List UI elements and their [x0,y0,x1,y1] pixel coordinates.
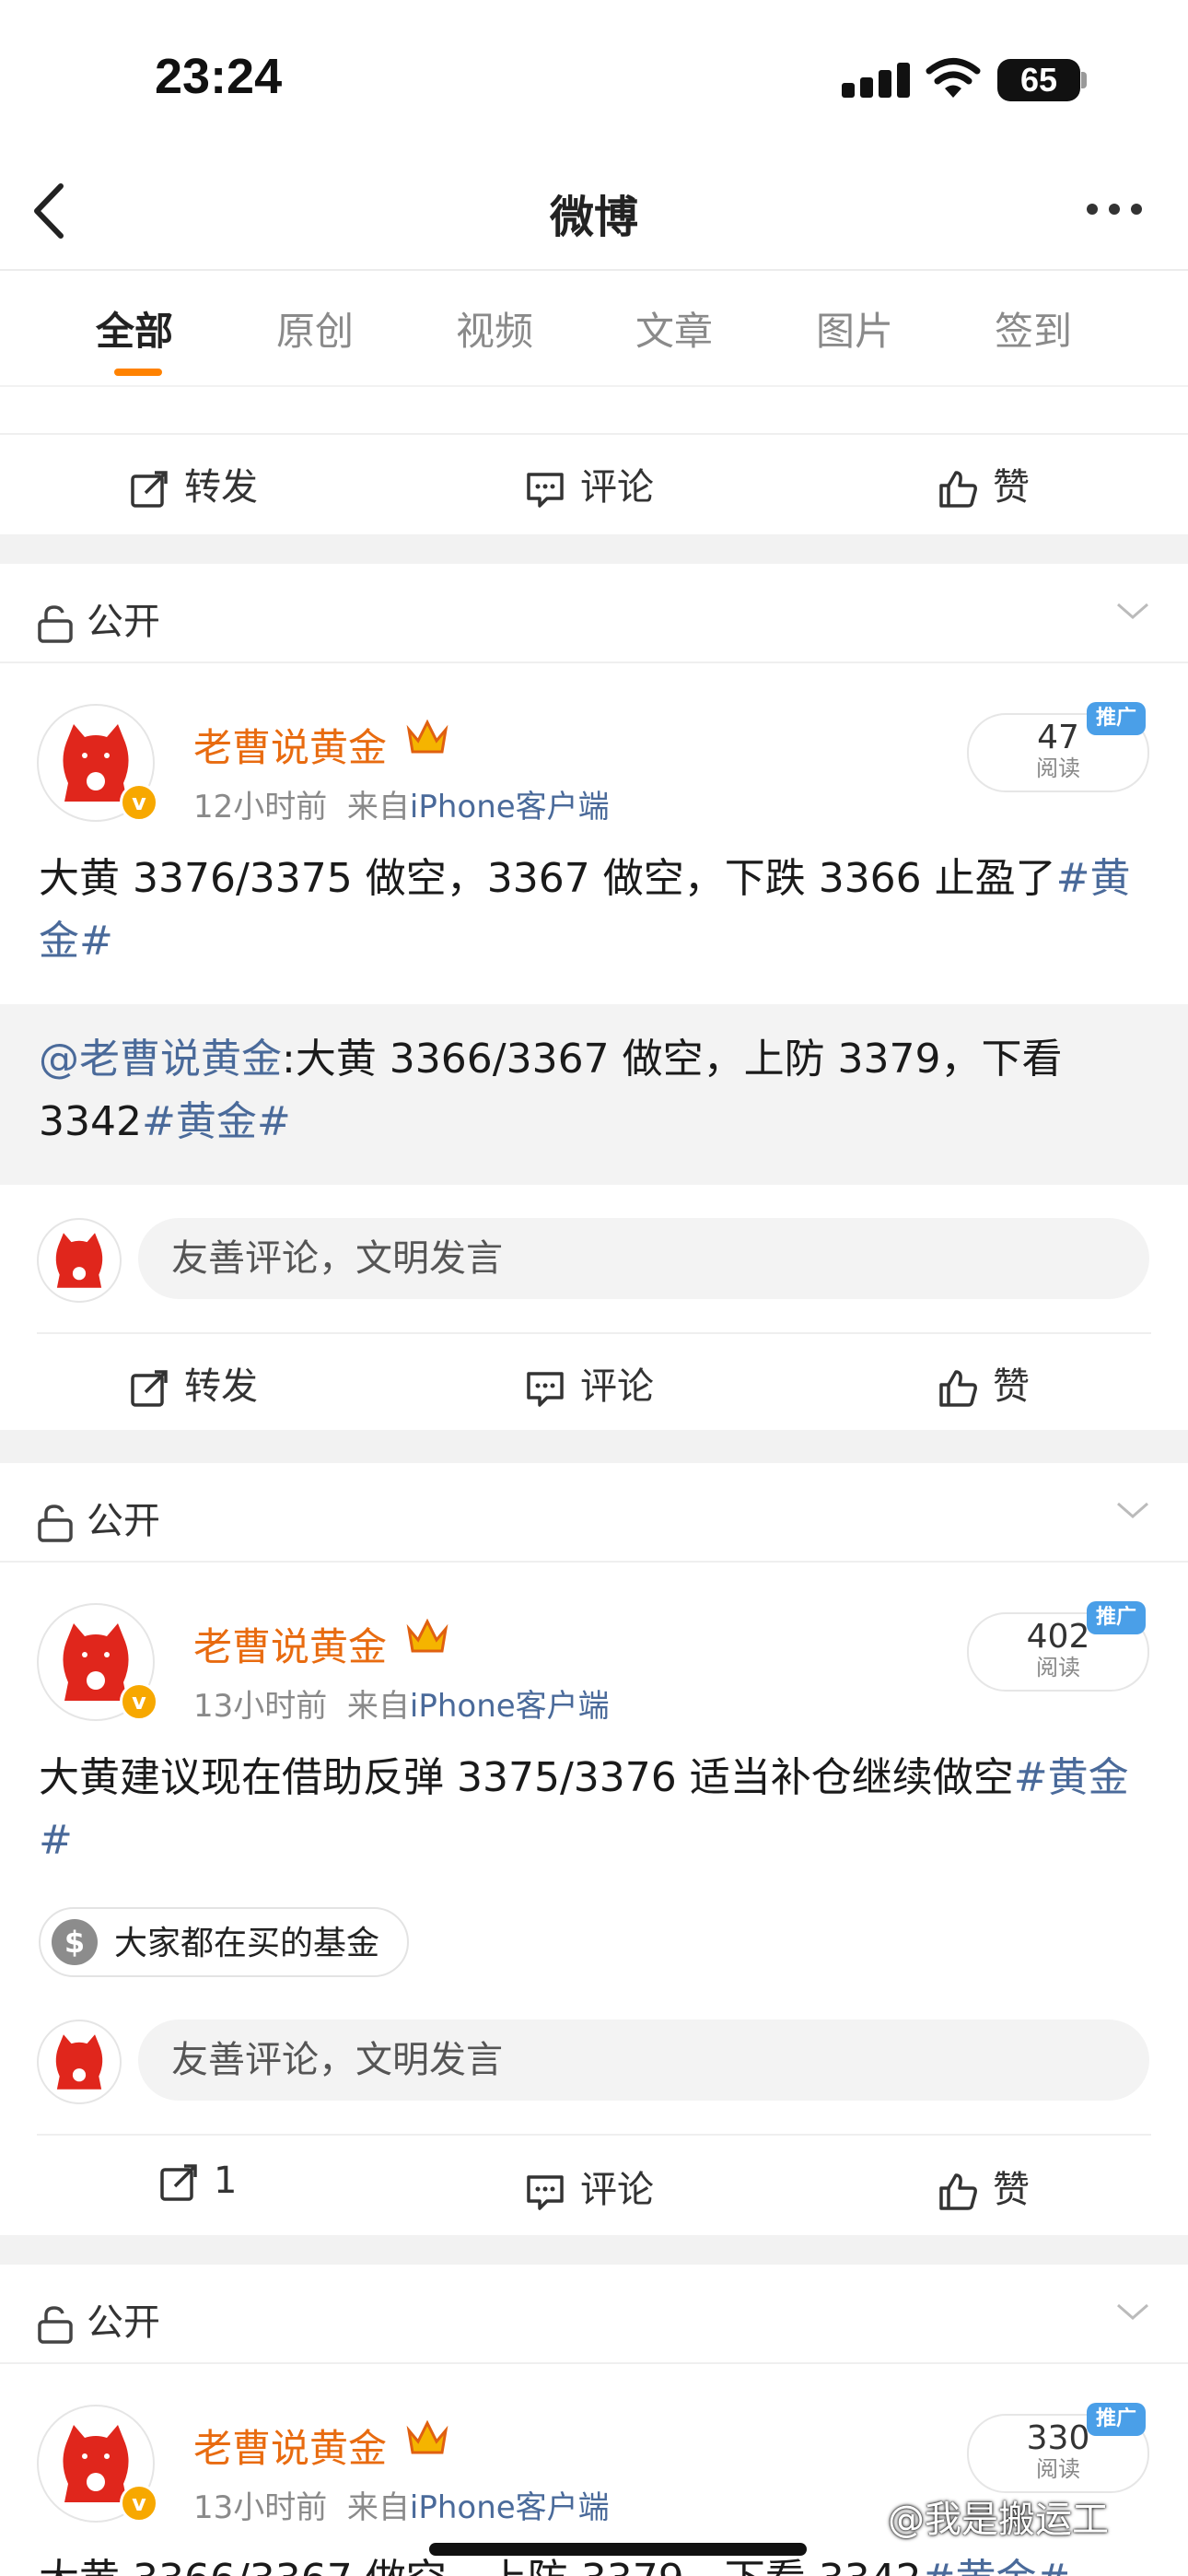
comment-button[interactable]: 评论 [525,1356,654,1410]
verified-badge-icon: v [120,783,158,822]
page-title: 微博 [549,192,638,243]
post-username[interactable]: 老曹说黄金 [193,2418,387,2474]
dollar-icon: $ [52,1919,98,1965]
battery-cap [1081,72,1087,88]
hashtag-link[interactable]: #黄金# [922,2556,1071,2576]
more-options-icon[interactable] [1087,201,1153,218]
chevron-down-icon[interactable] [1114,2301,1151,2327]
repost-icon [131,471,168,508]
like-button[interactable]: 赞 [938,2160,1030,2213]
thumbs-up-icon [939,2173,977,2210]
visibility-row: 公开 [37,2292,160,2346]
watermark: @我是搬运工 [888,2499,1109,2541]
wifi-icon [925,57,982,103]
comment-icon [527,473,564,508]
comment-button[interactable]: 评论 [525,457,654,510]
comment-icon [527,1372,564,1407]
visibility-row: 公开 [37,1491,160,1544]
post-username[interactable]: 老曹说黄金 [193,1616,387,1672]
promote-badge[interactable]: 推广 [1087,2403,1146,2436]
like-button[interactable]: 赞 [938,1356,1030,1410]
post-text: 大黄 3376/3375 做空，3367 做空，下跌 3366 止盈了#黄金# [39,855,1131,965]
chevron-down-icon[interactable] [1114,601,1151,626]
repost-button[interactable]: 转发 [129,1356,258,1410]
lock-open-icon [38,2306,73,2344]
post-username[interactable]: 老曹说黄金 [193,717,387,773]
tab-article[interactable]: 文章 [635,300,713,357]
crown-icon [405,1616,449,1660]
verified-badge-icon: v [120,1682,158,1721]
promote-badge[interactable]: 推广 [1087,702,1146,735]
tab-checkin[interactable]: 签到 [995,300,1072,357]
post-meta: 12小时前 来自iPhone客户端 [193,789,610,825]
verified-badge-icon: v [120,2484,158,2523]
comment-input[interactable]: 友善评论，文明发言 [138,2020,1149,2101]
comment-input[interactable]: 友善评论，文明发言 [138,1218,1149,1299]
quoted-post-text: @老曹说黄金:大黄 3366/3367 做空，上防 3379，下看 3342#黄… [39,1036,1063,1145]
tab-original[interactable]: 原创 [276,300,354,357]
cellular-signal-icon [842,63,915,98]
like-button[interactable]: 赞 [938,457,1030,510]
home-indicator[interactable] [429,2543,807,2556]
crown-icon [405,717,449,761]
active-tab-indicator [114,369,162,376]
battery-icon: 65 [997,59,1080,101]
crown-icon [405,2418,449,2462]
post-meta: 13小时前 来自iPhone客户端 [193,2489,610,2526]
comment-button[interactable]: 评论 [525,2160,654,2213]
lock-open-icon [38,1505,73,1542]
comment-icon [527,2175,564,2210]
divider [37,1332,1151,1334]
chevron-down-icon[interactable] [1114,1500,1151,1526]
promote-badge[interactable]: 推广 [1087,1601,1146,1634]
mention-link[interactable]: @老曹说黄金 [39,1036,282,1083]
my-avatar [37,2020,122,2104]
thumbs-up-icon [939,471,977,508]
repost-button[interactable]: 转发 [129,457,258,510]
lock-open-icon [38,605,73,643]
repost-button[interactable]: 1 [158,2160,237,2203]
my-avatar [37,1218,122,1303]
tab-images[interactable]: 图片 [816,300,893,357]
post-text: 大黄建议现在借助反弹 3375/3376 适当补仓继续做空#黄金# [39,1754,1129,1864]
visibility-row: 公开 [37,591,160,645]
thumbs-up-icon [939,1370,977,1407]
tab-video[interactable]: 视频 [456,300,533,357]
tab-all[interactable]: 全部 [96,300,173,357]
status-time: 23:24 [155,49,283,104]
repost-icon [160,2164,197,2201]
repost-icon [131,1370,168,1407]
divider [37,2134,1151,2136]
hashtag-link[interactable]: #黄金# [142,1098,291,1145]
post-meta: 13小时前 来自iPhone客户端 [193,1688,610,1725]
post-card [0,564,1188,1430]
